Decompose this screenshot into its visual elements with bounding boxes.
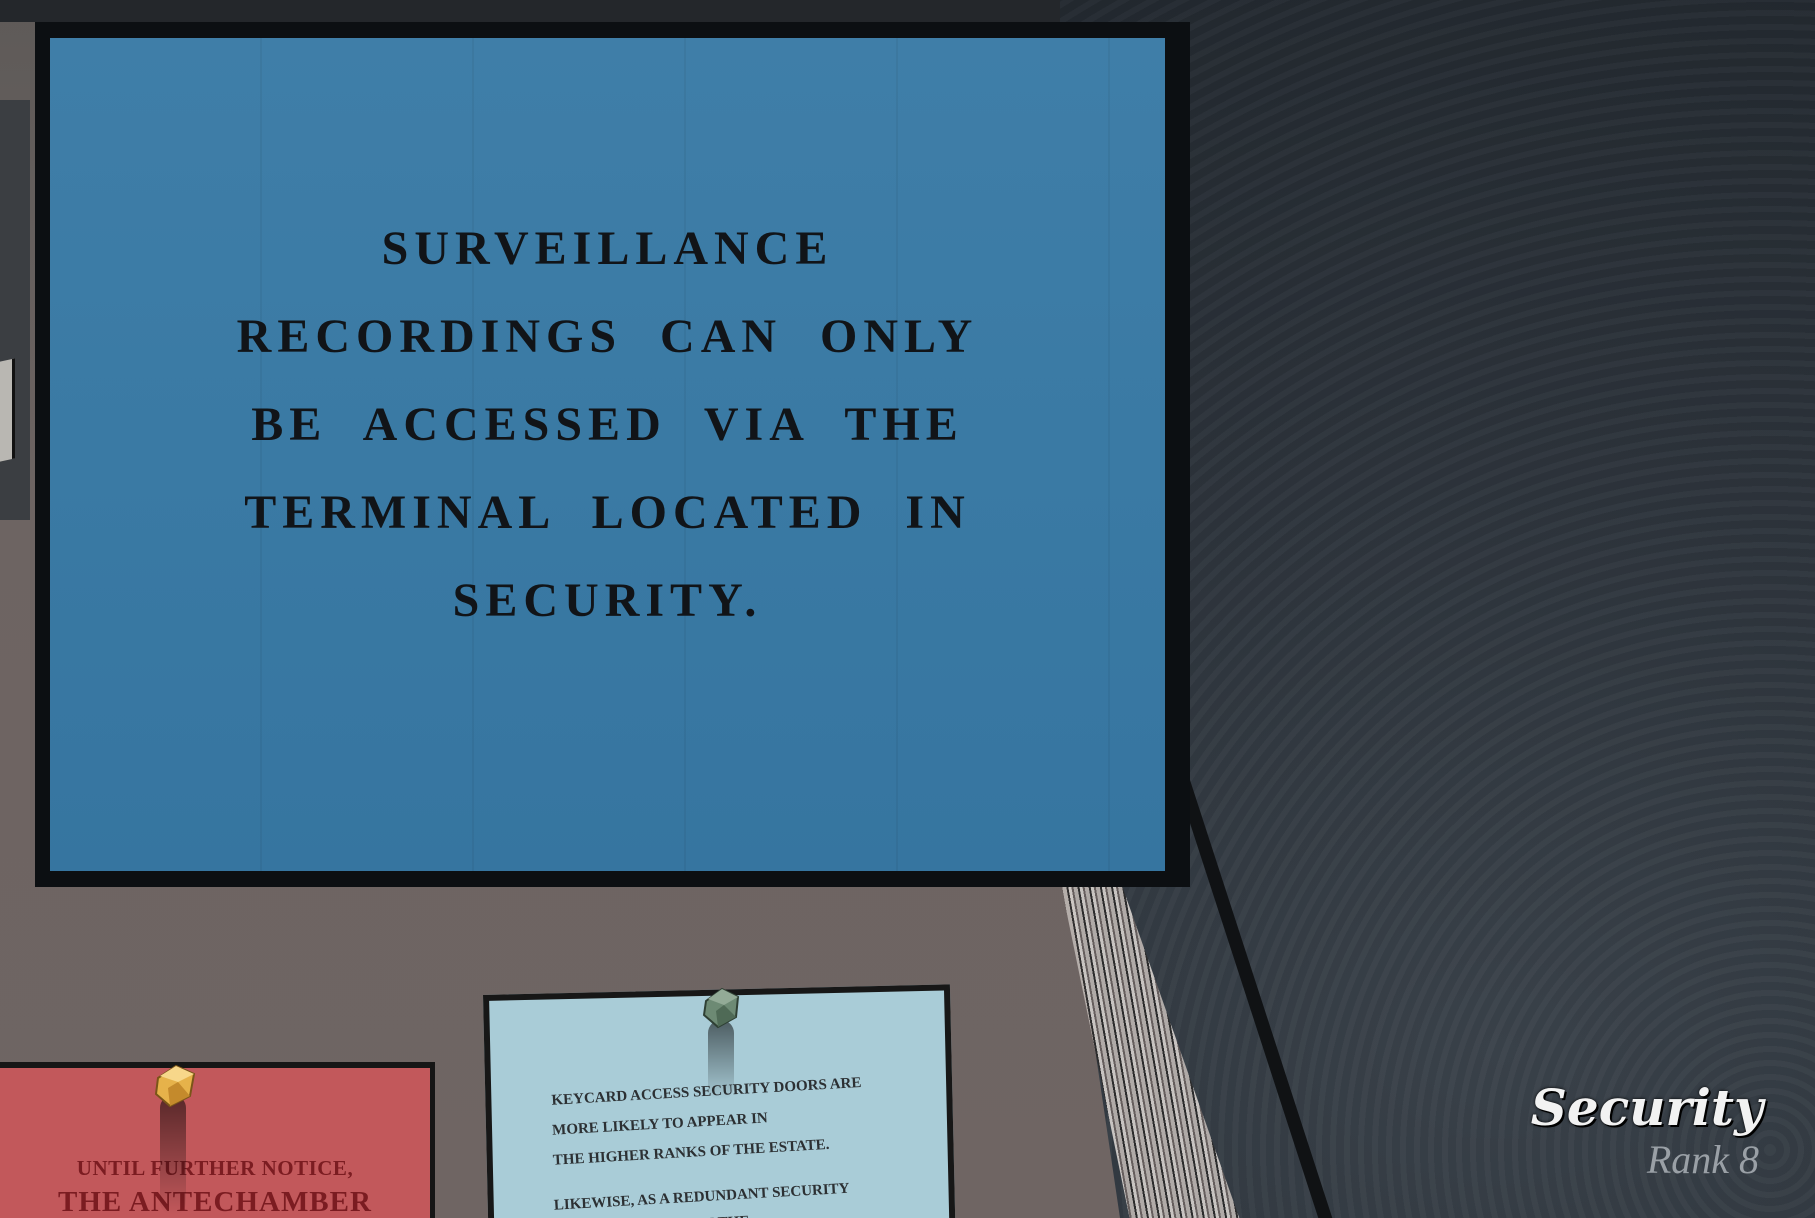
red-note-line-1: UNTIL FURTHER NOTICE, (76, 1156, 354, 1180)
board-left-paper (0, 358, 15, 462)
notice-line-1: SURVEILLANCE (381, 221, 834, 275)
yellow-pin-shadow (160, 1095, 186, 1215)
yellow-pushpin-icon (154, 1064, 196, 1108)
room-rank: Rank 8 (1646, 1137, 1759, 1182)
notice-line-2: RECORDINGS CAN ONLY (236, 309, 979, 363)
board-top-frame (0, 0, 1060, 22)
game-scene: UNTIL FURTHER NOTICE, THE ANTECHAMBER KE… (0, 0, 1815, 1218)
notice-text: SURVEILLANCE RECORDINGS CAN ONLY BE ACCE… (178, 205, 1038, 645)
notice-frame: SURVEILLANCE RECORDINGS CAN ONLY BE ACCE… (35, 22, 1190, 887)
notice-line-5: SECURITY. (452, 573, 763, 627)
location-hud: Security Rank 8 (1515, 1078, 1775, 1188)
red-notice-note[interactable]: UNTIL FURTHER NOTICE, THE ANTECHAMBER (0, 1062, 435, 1218)
red-note-line-2: THE ANTECHAMBER (58, 1186, 372, 1218)
surveillance-notice: SURVEILLANCE RECORDINGS CAN ONLY BE ACCE… (50, 38, 1165, 871)
room-name: Security (1530, 1078, 1763, 1137)
notice-line-4: TERMINAL LOCATED IN (244, 485, 971, 539)
green-pushpin-icon (702, 987, 740, 1029)
notice-line-3: BE ACCESSED VIA THE (251, 397, 964, 451)
